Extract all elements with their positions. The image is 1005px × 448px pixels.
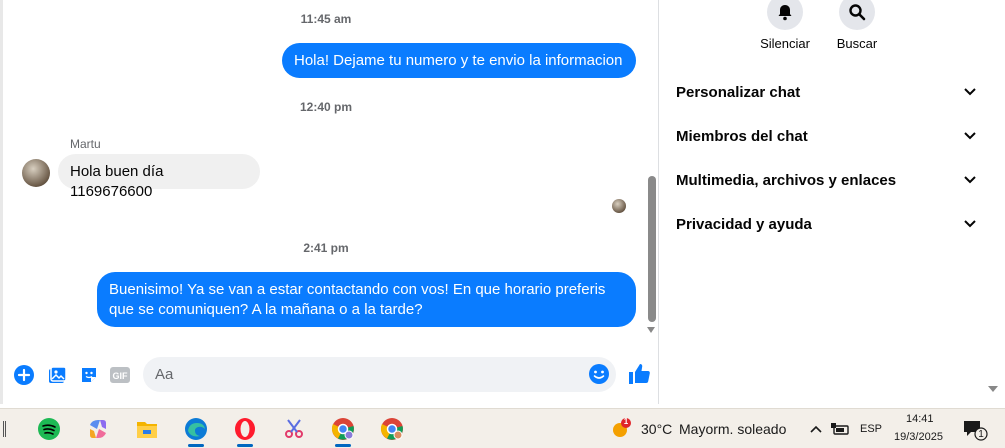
bell-icon (767, 0, 803, 30)
photo-icon[interactable] (46, 364, 68, 386)
sticker-icon[interactable] (78, 364, 100, 386)
section-label: Multimedia, archivos y enlaces (676, 171, 897, 189)
clock-time[interactable]: 14:41 (906, 413, 934, 425)
emoji-icon[interactable] (588, 363, 610, 385)
spotify-icon[interactable] (31, 413, 67, 445)
mute-label: Silenciar (760, 36, 810, 51)
mute-button[interactable]: Silenciar (750, 0, 820, 51)
message-input[interactable] (155, 357, 585, 392)
message-bubble-outgoing[interactable]: Hola! Dejame tu numero y te envio la inf… (282, 43, 636, 78)
timestamp: 11:45 am (300, 12, 352, 26)
chevron-up-icon[interactable] (808, 421, 824, 437)
read-receipt-avatar (612, 199, 626, 213)
section-customize-chat[interactable]: Personalizar chat (676, 77, 976, 107)
section-media-files-links[interactable]: Multimedia, archivos y enlaces (676, 165, 976, 195)
opera-icon[interactable] (227, 413, 263, 447)
weather-condition[interactable]: Mayorm. soleado (679, 421, 786, 437)
message-input-container (143, 357, 616, 392)
search-icon (839, 0, 875, 30)
chat-info-panel: Silenciar Buscar Personalizar chat Miemb… (659, 0, 1005, 404)
avatar[interactable] (22, 159, 50, 187)
section-chat-members[interactable]: Miembros del chat (676, 121, 976, 151)
message-bubble-incoming[interactable]: Hola buen día 1169676600 (58, 154, 260, 200)
chat-pane: 11:45 am Hola! Dejame tu numero y te env… (0, 0, 658, 404)
weather-temp[interactable]: 30°C (641, 421, 672, 437)
chevron-down-icon (964, 86, 976, 98)
timestamp: 12:40 pm (299, 100, 353, 114)
composer: GIF (3, 350, 661, 400)
section-label: Miembros del chat (676, 127, 808, 145)
snipping-tool-icon[interactable] (276, 413, 312, 445)
section-label: Personalizar chat (676, 83, 801, 101)
weather-sun-icon[interactable]: 1 (610, 417, 632, 440)
copilot-icon[interactable] (80, 413, 116, 445)
sender-name: Martu (70, 137, 101, 151)
svg-text:GIF: GIF (113, 371, 129, 381)
battery-network-icon[interactable] (830, 421, 850, 437)
message-line: que se comuniquen? A la mañana o a la ta… (109, 301, 423, 318)
chrome-profile-icon[interactable] (325, 413, 361, 447)
screen: 11:45 am Hola! Dejame tu numero y te env… (0, 0, 1005, 448)
section-privacy-help[interactable]: Privacidad y ayuda (676, 209, 976, 239)
taskbar-handle (3, 421, 6, 437)
notification-count: 1 (978, 429, 984, 440)
taskbar: 1 30°C Mayorm. soleado ESP 14:41 19/3/20… (0, 408, 1005, 448)
message-line: Buenisimo! Ya se van a estar contactando… (109, 281, 606, 298)
search-label: Buscar (836, 36, 878, 51)
chrome-icon[interactable] (374, 413, 410, 445)
edge-icon[interactable] (178, 413, 214, 447)
search-button[interactable]: Buscar (822, 0, 892, 51)
chevron-down-icon (964, 218, 976, 230)
chevron-down-icon (964, 174, 976, 186)
panel-scroll-down-icon[interactable] (988, 386, 998, 392)
weather-badge: 1 (623, 417, 629, 426)
gif-icon[interactable]: GIF (109, 364, 131, 386)
file-explorer-icon[interactable] (129, 413, 165, 445)
plus-circle-icon[interactable] (13, 364, 35, 386)
language-indicator[interactable]: ESP (860, 423, 882, 435)
timestamp: 2:41 pm (303, 241, 349, 255)
thumbs-up-icon[interactable] (627, 362, 651, 386)
clock-date[interactable]: 19/3/2025 (894, 431, 943, 443)
notification-icon[interactable]: 1 (962, 418, 988, 444)
section-label: Privacidad y ayuda (676, 215, 812, 233)
scrollbar-thumb[interactable] (648, 176, 656, 322)
message-bubble-outgoing[interactable]: Buenisimo! Ya se van a estar contactando… (97, 272, 636, 327)
scroll-down-arrow-icon[interactable] (647, 327, 655, 333)
chevron-down-icon (964, 130, 976, 142)
